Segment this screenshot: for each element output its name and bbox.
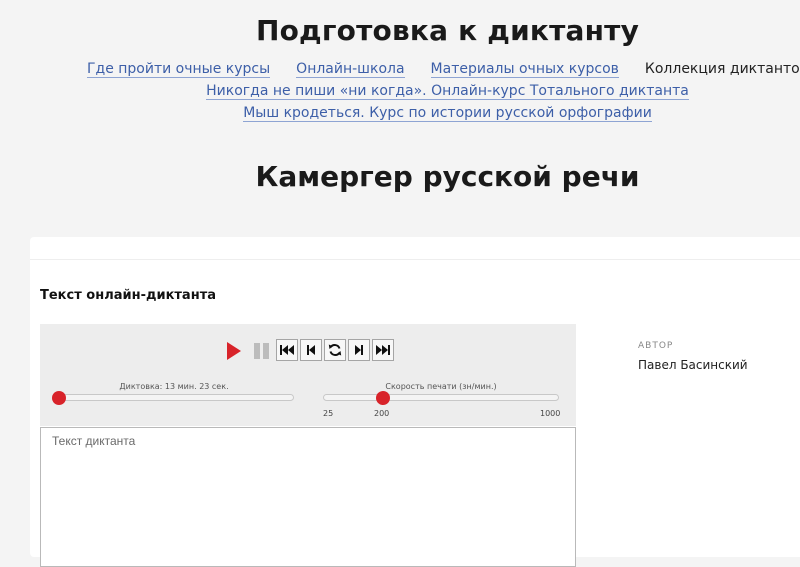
- nav-row-2: Никогда не пиши «ни когда». Онлайн-курс …: [0, 81, 800, 103]
- audio-player: Диктовка: 13 мин. 23 сек. Скорость печат…: [40, 324, 576, 426]
- card-divider: [30, 259, 800, 260]
- progress-thumb[interactable]: [52, 391, 66, 405]
- skip-to-start-icon: [280, 345, 294, 355]
- skip-to-end-button[interactable]: [372, 339, 394, 361]
- nav-link[interactable]: Где пройти очные курсы: [86, 61, 271, 78]
- repeat-button[interactable]: [324, 339, 346, 361]
- section-navigation: Где пройти очные курсы Онлайн-школа Матери…: [0, 59, 800, 125]
- nav-row-3: Мыш кродеться. Курс по истории русской о…: [0, 103, 800, 125]
- progress-slider[interactable]: [52, 391, 294, 405]
- speed-min-label: 25: [323, 409, 334, 418]
- progress-label: Диктовка: 13 мин. 23 сек.: [119, 382, 229, 391]
- repeat-icon: [328, 344, 342, 356]
- section-title: Камергер русской речи: [255, 160, 640, 193]
- nav-link[interactable]: Онлайн-школа: [296, 61, 405, 78]
- skip-to-end-icon: [376, 345, 390, 355]
- skip-to-start-button[interactable]: [276, 339, 298, 361]
- speed-value-label: 200: [374, 409, 390, 418]
- nav-link[interactable]: Мыш кродеться. Курс по истории русской о…: [243, 105, 652, 122]
- author-label: АВТОР: [638, 341, 674, 351]
- speed-label: Скорость печати (зн/мин.): [385, 382, 497, 391]
- dictation-label: Текст онлайн-диктанта: [40, 288, 216, 303]
- playback-controls: [276, 339, 396, 361]
- author-name: Павел Басинский: [638, 358, 748, 372]
- dictation-card: Текст онлайн-диктанта Диктовка: 13 мин. …: [30, 237, 800, 567]
- page-title: Подготовка к диктанту: [255, 14, 640, 47]
- nav-link[interactable]: Никогда не пиши «ни когда». Онлайн-курс …: [206, 83, 689, 100]
- speed-slider[interactable]: [323, 391, 559, 405]
- speed-thumb[interactable]: [376, 391, 390, 405]
- step-back-icon: [307, 345, 315, 355]
- step-back-button[interactable]: [300, 339, 322, 361]
- nav-link[interactable]: Материалы очных курсов: [430, 61, 619, 78]
- nav-item-current: Коллекция диктантов: [644, 61, 800, 77]
- step-forward-icon: [355, 345, 363, 355]
- speed-max-label: 1000: [540, 409, 561, 418]
- pause-icon[interactable]: [254, 343, 270, 359]
- dictation-text-input[interactable]: [40, 427, 576, 567]
- step-forward-button[interactable]: [348, 339, 370, 361]
- nav-row-1: Где пройти очные курсы Онлайн-школа Матери…: [0, 59, 800, 81]
- play-icon[interactable]: [227, 342, 241, 360]
